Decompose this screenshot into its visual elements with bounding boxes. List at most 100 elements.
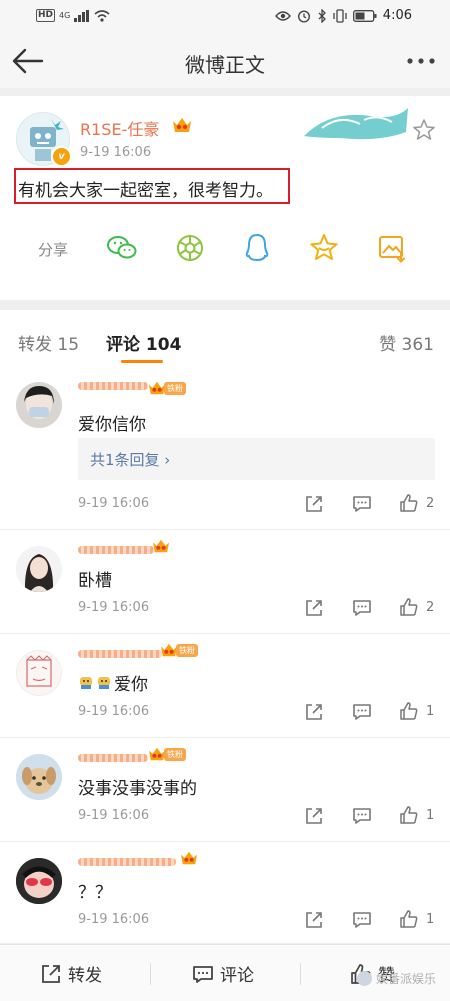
repost-label: 转发 [68, 966, 102, 986]
emoji-stickers [78, 674, 112, 690]
watermark: 娱番派娱乐 [356, 970, 436, 987]
more-options-icon[interactable] [406, 56, 436, 66]
post-time: 9-19 16:06 [80, 145, 152, 160]
favorite-star-icon[interactable] [412, 118, 436, 142]
forward-comment-icon[interactable] [304, 494, 324, 514]
avatar-cartoon-girl [16, 858, 62, 904]
status-left: HD 4G [36, 9, 110, 22]
forward-comment-icon[interactable] [304, 598, 324, 618]
wifi-icon [94, 9, 110, 22]
status-bar: HD 4G 4:06 [0, 0, 450, 34]
comment-item: 铁粉 爱你信你 共1条回复 › 9-19 16:06 2 [0, 366, 450, 530]
signal-icon [74, 9, 90, 22]
comment-time: 9-19 16:06 [78, 704, 150, 719]
commenter-avatar[interactable] [16, 650, 62, 696]
weibo-post: v R1SE-任豪 9-19 16:06 有机会大家一起密室，很考智力。 分享 [0, 96, 450, 300]
tab-repost[interactable]: 转发 15 [18, 330, 79, 355]
forward-comment-icon[interactable] [304, 910, 324, 930]
commenter-avatar[interactable] [16, 858, 62, 904]
comment-time: 9-19 16:06 [78, 808, 150, 823]
comment-time: 9-19 16:06 [78, 912, 150, 927]
save-image-icon[interactable] [376, 232, 408, 264]
comment-text: ？？ [78, 883, 112, 903]
emoji-character-icon [98, 677, 110, 689]
like-count: 1 [426, 912, 435, 927]
favorite-share-star-icon[interactable] [308, 232, 340, 264]
like-comment-icon[interactable] [399, 701, 419, 721]
status-right: 4:06 [274, 8, 412, 23]
comment-item: ？？ 9-19 16:06 1 [0, 842, 450, 944]
decorative-card-sticker [304, 108, 408, 140]
watermark-text: 娱番派娱乐 [375, 972, 436, 986]
post-tabs: 转发 15 评论 104 赞 361 [0, 310, 450, 367]
forward-comment-icon[interactable] [304, 806, 324, 826]
vip-crown-icon [153, 539, 169, 553]
like-comment-icon[interactable] [399, 597, 419, 617]
like-count: 2 [426, 600, 435, 615]
tab-like[interactable]: 赞 361 [379, 330, 434, 355]
verified-badge: v [51, 146, 72, 167]
commenter-name-blurred[interactable] [78, 858, 176, 866]
comment-item: 铁粉 爱你 9-19 16:06 1 [0, 634, 450, 738]
commenter-avatar[interactable] [16, 546, 62, 592]
fan-badge: 铁粉 [176, 644, 198, 657]
commenter-avatar[interactable] [16, 754, 62, 800]
fan-badge: 铁粉 [164, 382, 186, 395]
commenter-name-blurred[interactable] [78, 754, 148, 762]
reply-comment-icon[interactable] [352, 806, 372, 826]
emoji-character-icon [80, 677, 92, 689]
like-comment-icon[interactable] [399, 805, 419, 825]
tab-comment[interactable]: 评论 104 [106, 330, 181, 355]
watermark-logo-icon [356, 971, 372, 986]
comment-text: 卧槽 [78, 571, 112, 591]
active-tab-indicator [121, 360, 163, 363]
page-title: 微博正文 [185, 53, 265, 77]
wechat-share-icon[interactable] [106, 232, 138, 264]
post-text: 有机会大家一起密室，很考智力。 [18, 181, 273, 201]
repost-icon [42, 964, 60, 983]
fan-badge: 铁粉 [164, 748, 186, 761]
vip-crown-icon [173, 118, 191, 132]
network-type: 4G [59, 11, 71, 20]
commenter-avatar[interactable] [16, 382, 62, 428]
comment-time: 9-19 16:06 [78, 600, 150, 615]
commenter-name-blurred[interactable] [78, 546, 154, 554]
hd-indicator: HD [36, 9, 56, 22]
divider [300, 963, 301, 985]
reply-summary[interactable]: 共1条回复 › [78, 438, 435, 480]
qq-share-icon[interactable] [241, 232, 273, 264]
avatar-photo-mask-girl [16, 382, 62, 428]
reply-comment-icon[interactable] [352, 598, 372, 618]
author-name[interactable]: R1SE-任豪 [80, 116, 159, 140]
comment-item: 铁粉 没事没事没事的 9-19 16:06 1 [0, 738, 450, 842]
eye-icon [274, 10, 291, 21]
view-replies-link[interactable]: 共1条回复 › [90, 449, 170, 470]
share-label: 分享 [38, 241, 69, 259]
like-comment-icon[interactable] [399, 493, 419, 513]
vibrate-icon [333, 8, 347, 23]
comment-button[interactable]: 评论 [192, 961, 254, 986]
battery-icon [352, 9, 377, 22]
like-comment-icon[interactable] [399, 909, 419, 929]
vip-crown-icon [181, 851, 197, 865]
avatar-puppy-image [16, 754, 62, 800]
commenter-name-blurred[interactable] [78, 650, 162, 658]
divider-band [0, 300, 450, 310]
repost-button[interactable]: 转发 [40, 961, 102, 986]
reply-comment-icon[interactable] [352, 910, 372, 930]
post-text-highlight: 有机会大家一起密室，很考智力。 [14, 168, 290, 204]
comment-text: 没事没事没事的 [78, 779, 197, 799]
moments-share-icon[interactable] [174, 232, 206, 264]
comment-time: 9-19 16:06 [78, 496, 150, 511]
comment-label: 评论 [220, 966, 254, 986]
divider [150, 963, 151, 985]
commenter-name-blurred[interactable] [78, 382, 148, 390]
comment-icon [193, 965, 213, 983]
comment-text: 爱你信你 [78, 415, 146, 435]
avatar-photo-woman [16, 546, 62, 592]
reply-comment-icon[interactable] [352, 702, 372, 722]
bottom-action-bar: 转发 评论 赞 娱番派娱乐 [0, 944, 450, 1001]
reply-comment-icon[interactable] [352, 494, 372, 514]
nav-bar: 微博正文 [0, 34, 450, 88]
forward-comment-icon[interactable] [304, 702, 324, 722]
